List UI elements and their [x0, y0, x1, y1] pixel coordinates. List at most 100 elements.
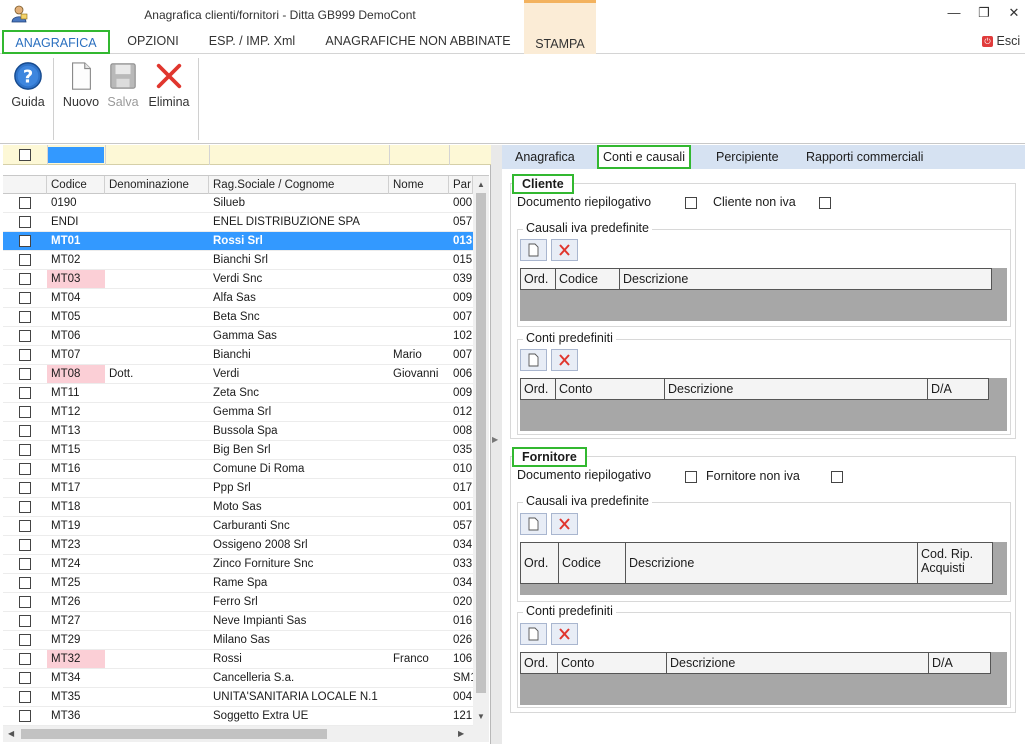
row-checkbox[interactable]: [19, 482, 31, 494]
cliente-causali-delete-button[interactable]: [551, 239, 578, 261]
table-row[interactable]: MT04 Alfa Sas 009: [3, 289, 489, 308]
menu-opzioni[interactable]: OPZIONI: [116, 30, 190, 54]
scroll-right-icon[interactable]: ▶: [458, 729, 464, 738]
table-row[interactable]: MT19 Carburanti Snc 057: [3, 517, 489, 536]
table-row[interactable]: MT26 Ferro Srl 020: [3, 593, 489, 612]
menu-esp-imp-xml[interactable]: ESP. / IMP. Xml: [196, 30, 308, 54]
table-row[interactable]: ENDI ENEL DISTRIBUZIONE SPA 057: [3, 213, 489, 232]
row-checkbox[interactable]: [19, 254, 31, 266]
scroll-down-icon[interactable]: ▼: [477, 712, 485, 721]
tab-rapporti-commerciali[interactable]: Rapporti commerciali: [806, 145, 923, 169]
row-checkbox[interactable]: [19, 653, 31, 665]
table-row[interactable]: MT01 Rossi Srl 013: [3, 232, 489, 251]
table-row[interactable]: MT35 UNITA'SANITARIA LOCALE N.1 004: [3, 688, 489, 707]
panel-splitter[interactable]: ▶: [491, 145, 502, 744]
table-row[interactable]: MT05 Beta Snc 007: [3, 308, 489, 327]
row-checkbox[interactable]: [19, 235, 31, 247]
row-checkbox[interactable]: [19, 634, 31, 646]
splitter-arrow-icon[interactable]: ▶: [492, 435, 498, 444]
close-button[interactable]: ✕: [1004, 3, 1024, 23]
row-checkbox[interactable]: [19, 577, 31, 589]
tab-percipiente[interactable]: Percipiente: [716, 145, 779, 169]
row-checkbox[interactable]: [19, 520, 31, 532]
row-checkbox[interactable]: [19, 596, 31, 608]
menu-anagrafiche-non-abbinate[interactable]: ANAGRAFICHE NON ABBINATE: [314, 30, 522, 54]
header-par[interactable]: Par: [449, 176, 473, 194]
filter-checkbox[interactable]: [19, 149, 31, 161]
row-checkbox[interactable]: [19, 387, 31, 399]
table-row[interactable]: MT25 Rame Spa 034: [3, 574, 489, 593]
table-row[interactable]: MT08 Dott. Verdi Giovanni 006: [3, 365, 489, 384]
fornitore-non-iva-checkbox[interactable]: [831, 471, 843, 483]
header-codice[interactable]: Codice: [47, 176, 105, 194]
table-row[interactable]: MT15 Big Ben Srl 035: [3, 441, 489, 460]
table-row[interactable]: MT11 Zeta Snc 009: [3, 384, 489, 403]
table-row[interactable]: MT17 Ppp Srl 017: [3, 479, 489, 498]
cliente-doc-riepilogativo-checkbox[interactable]: [685, 197, 697, 209]
fornitore-doc-riepilogativo-checkbox[interactable]: [685, 471, 697, 483]
row-checkbox[interactable]: [19, 311, 31, 323]
table-row[interactable]: MT03 Verdi Snc 039: [3, 270, 489, 289]
table-row[interactable]: MT36 Soggetto Extra UE 121: [3, 707, 489, 726]
elimina-button[interactable]: Elimina: [146, 60, 192, 109]
fornitore-conti-delete-button[interactable]: [551, 623, 578, 645]
codice-filter-input[interactable]: [48, 147, 104, 163]
table-row[interactable]: MT07 Bianchi Mario 007: [3, 346, 489, 365]
row-checkbox[interactable]: [19, 425, 31, 437]
row-checkbox[interactable]: [19, 691, 31, 703]
header-rag-sociale[interactable]: Rag.Sociale / Cognome: [209, 176, 389, 194]
row-checkbox[interactable]: [19, 539, 31, 551]
header-denominazione[interactable]: Denominazione: [105, 176, 209, 194]
table-row[interactable]: MT12 Gemma Srl 012: [3, 403, 489, 422]
tab-conti-e-causali[interactable]: Conti e causali: [597, 145, 691, 169]
row-checkbox[interactable]: [19, 349, 31, 361]
tab-anagrafica[interactable]: Anagrafica: [515, 145, 575, 169]
table-row[interactable]: MT06 Gamma Sas 102: [3, 327, 489, 346]
table-row[interactable]: 0190 Silueb 000: [3, 194, 489, 213]
menu-anagrafica[interactable]: ANAGRAFICA: [2, 30, 110, 54]
fornitore-causali-delete-button[interactable]: [551, 513, 578, 535]
row-checkbox[interactable]: [19, 444, 31, 456]
vertical-scroll-thumb[interactable]: [476, 193, 486, 693]
minimize-button[interactable]: —: [944, 3, 964, 23]
header-nome[interactable]: Nome: [389, 176, 449, 194]
table-row[interactable]: MT29 Milano Sas 026: [3, 631, 489, 650]
fornitore-conti-new-button[interactable]: [520, 623, 547, 645]
row-checkbox[interactable]: [19, 273, 31, 285]
guida-button[interactable]: ? Guida: [8, 60, 48, 109]
menu-stampa[interactable]: STAMPA: [524, 0, 596, 54]
scroll-left-icon[interactable]: ◀: [8, 729, 14, 738]
row-checkbox[interactable]: [19, 558, 31, 570]
row-checkbox[interactable]: [19, 330, 31, 342]
row-checkbox[interactable]: [19, 216, 31, 228]
table-row[interactable]: MT24 Zinco Forniture Snc 033: [3, 555, 489, 574]
exit-button[interactable]: ⏻ Esci: [982, 30, 1025, 54]
row-checkbox[interactable]: [19, 501, 31, 513]
row-checkbox[interactable]: [19, 672, 31, 684]
row-checkbox[interactable]: [19, 615, 31, 627]
cliente-conti-delete-button[interactable]: [551, 349, 578, 371]
restore-button[interactable]: ❐: [974, 3, 994, 23]
row-checkbox[interactable]: [19, 463, 31, 475]
cliente-conti-new-button[interactable]: [520, 349, 547, 371]
row-checkbox[interactable]: [19, 292, 31, 304]
fornitore-causali-new-button[interactable]: [520, 513, 547, 535]
cliente-causali-new-button[interactable]: [520, 239, 547, 261]
salva-button[interactable]: Salva: [104, 60, 142, 109]
table-row[interactable]: MT27 Neve Impianti Sas 016: [3, 612, 489, 631]
nuovo-button[interactable]: Nuovo: [59, 60, 103, 109]
table-row[interactable]: MT23 Ossigeno 2008 Srl 034: [3, 536, 489, 555]
row-checkbox[interactable]: [19, 406, 31, 418]
table-row[interactable]: MT16 Comune Di Roma 010: [3, 460, 489, 479]
row-checkbox[interactable]: [19, 197, 31, 209]
row-checkbox[interactable]: [19, 368, 31, 380]
table-row[interactable]: MT13 Bussola Spa 008: [3, 422, 489, 441]
table-row[interactable]: MT34 Cancelleria S.a. SM1: [3, 669, 489, 688]
horizontal-scroll-thumb[interactable]: [21, 729, 327, 739]
table-row[interactable]: MT32 Rossi Franco 106: [3, 650, 489, 669]
table-row[interactable]: MT18 Moto Sas 001: [3, 498, 489, 517]
scroll-up-icon[interactable]: ▲: [477, 180, 485, 189]
row-checkbox[interactable]: [19, 710, 31, 722]
table-row[interactable]: MT02 Bianchi Srl 015: [3, 251, 489, 270]
cliente-non-iva-checkbox[interactable]: [819, 197, 831, 209]
